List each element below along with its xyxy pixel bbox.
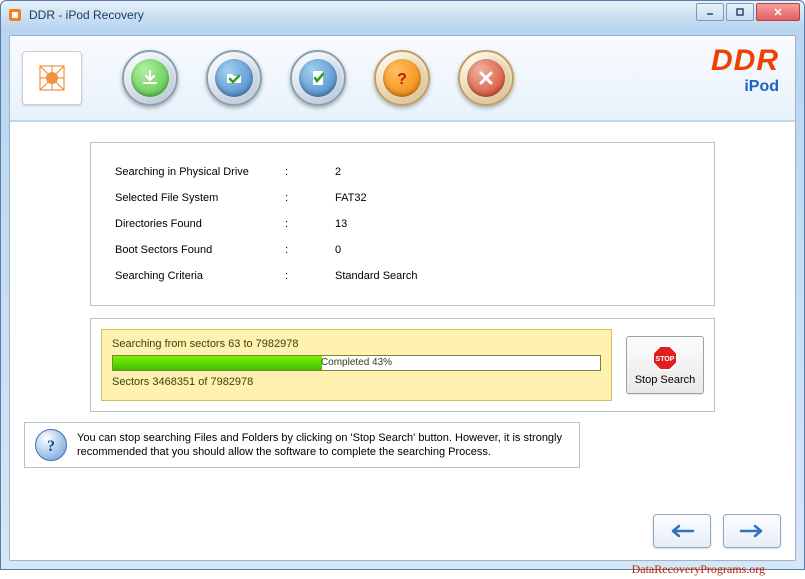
progress-panel: Searching from sectors 63 to 7982978 Com… (90, 318, 715, 412)
stat-row: Directories Found:13 (115, 211, 690, 237)
cancel-icon (476, 68, 496, 88)
folder-open-icon (224, 68, 244, 88)
stat-label: Directories Found (115, 218, 285, 230)
stat-row: Searching in Physical Drive:2 (115, 159, 690, 185)
brand-name: DDR (711, 44, 779, 78)
stats-panel: Searching in Physical Drive:2 Selected F… (90, 142, 715, 306)
toolbar-verify-button[interactable] (290, 50, 346, 106)
arrow-left-icon (667, 523, 697, 539)
stat-label: Searching in Physical Drive (115, 166, 285, 178)
book-check-icon (308, 68, 328, 88)
progress-percent-label: Completed 43% (113, 357, 600, 368)
window-title: DDR - iPod Recovery (29, 8, 798, 22)
stat-label: Searching Criteria (115, 270, 285, 282)
content-area: ? DDR iPod Searching in Physical Drive:2… (9, 35, 796, 561)
download-icon (140, 68, 160, 88)
stat-value: Standard Search (335, 270, 690, 282)
sector-current-text: Sectors 3468351 of 7982978 (112, 376, 601, 388)
stop-icon: STOP (651, 344, 679, 372)
brand-product: iPod (711, 78, 779, 96)
minimize-button[interactable] (696, 3, 724, 21)
back-button[interactable] (653, 514, 711, 548)
logo-box (22, 51, 82, 105)
stat-label: Boot Sectors Found (115, 244, 285, 256)
logo-icon (34, 60, 70, 96)
svg-text:STOP: STOP (656, 356, 675, 363)
stat-row: Searching Criteria:Standard Search (115, 263, 690, 289)
next-button[interactable] (723, 514, 781, 548)
close-button[interactable] (756, 3, 800, 21)
question-icon: ? (392, 68, 412, 88)
toolbar-cancel-button[interactable] (458, 50, 514, 106)
stat-value: 2 (335, 166, 690, 178)
toolbar-help-button[interactable]: ? (374, 50, 430, 106)
info-icon: ? (35, 429, 67, 461)
progress-bar: Completed 43% (112, 355, 601, 371)
stat-row: Boot Sectors Found:0 (115, 237, 690, 263)
footer-link[interactable]: DataRecoveryPrograms.org (632, 562, 765, 577)
nav-buttons (653, 514, 781, 548)
app-icon (7, 7, 23, 23)
stat-label: Selected File System (115, 192, 285, 204)
svg-text:?: ? (47, 438, 55, 454)
toolbar-open-button[interactable] (206, 50, 262, 106)
info-bar: ? You can stop searching Files and Folde… (24, 422, 580, 468)
svg-text:?: ? (397, 71, 407, 88)
stat-value: 13 (335, 218, 690, 230)
maximize-button[interactable] (726, 3, 754, 21)
titlebar[interactable]: DDR - iPod Recovery (1, 1, 804, 29)
brand-block: DDR iPod (711, 44, 779, 96)
stat-row: Selected File System:FAT32 (115, 185, 690, 211)
header-panel: ? DDR iPod (10, 36, 795, 122)
stop-search-button[interactable]: STOP Stop Search (626, 336, 704, 394)
window-controls (696, 3, 800, 21)
progress-box: Searching from sectors 63 to 7982978 Com… (101, 329, 612, 401)
stat-value: FAT32 (335, 192, 690, 204)
stat-value: 0 (335, 244, 690, 256)
toolbar: ? (122, 50, 514, 106)
info-text: You can stop searching Files and Folders… (77, 431, 569, 460)
toolbar-save-button[interactable] (122, 50, 178, 106)
arrow-right-icon (737, 523, 767, 539)
sector-range-text: Searching from sectors 63 to 7982978 (112, 338, 601, 350)
stop-label: Stop Search (635, 374, 696, 386)
app-window: DDR - iPod Recovery (0, 0, 805, 570)
